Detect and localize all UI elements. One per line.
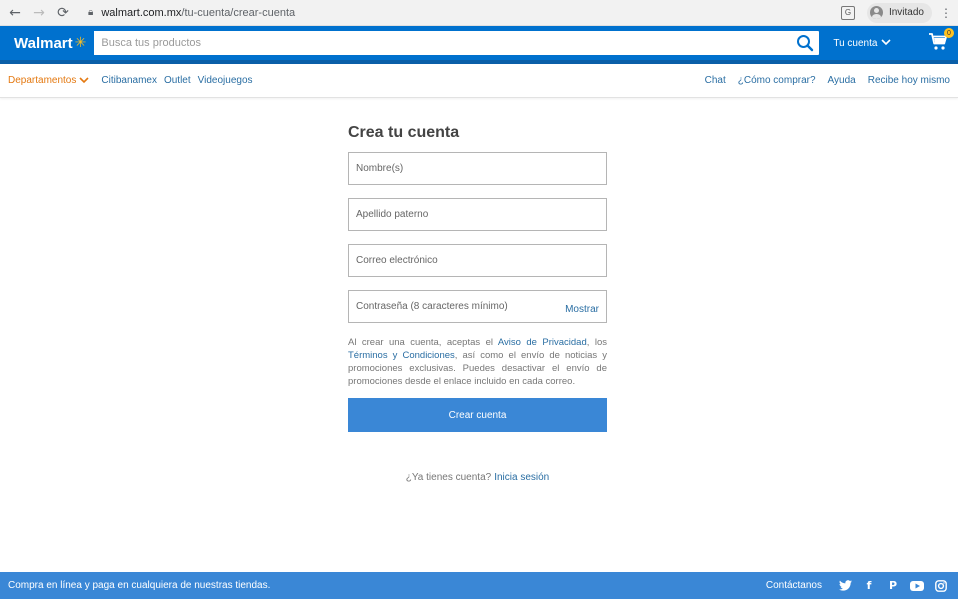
- browser-toolbar: ← → ⟳ 🔒︎ walmart.com.mx/tu-cuenta/crear-…: [0, 0, 958, 26]
- nav-link-como-comprar[interactable]: ¿Cómo comprar?: [732, 75, 816, 86]
- translate-icon[interactable]: G: [840, 5, 855, 20]
- legal-text: Al crear una cuenta, aceptas el Aviso de…: [348, 336, 607, 388]
- browser-menu-icon[interactable]: ⋮: [940, 6, 952, 20]
- account-label: Tu cuenta: [833, 37, 878, 49]
- email-field: [348, 244, 607, 277]
- create-account-button[interactable]: Crear cuenta: [348, 398, 607, 432]
- departments-label: Departamentos: [8, 75, 77, 86]
- url-host: walmart.com.mx: [101, 6, 182, 19]
- departments-menu[interactable]: Departamentos: [8, 75, 89, 86]
- reload-icon[interactable]: ⟳: [54, 4, 72, 22]
- nav-link-ayuda[interactable]: Ayuda: [822, 75, 856, 86]
- url-path: /tu-cuenta/crear-cuenta: [181, 6, 296, 19]
- back-icon[interactable]: ←: [6, 4, 24, 22]
- site-header: Walmart ✳ Tu cuenta 0: [0, 26, 958, 64]
- email-input[interactable]: [349, 245, 606, 276]
- social-links: f P: [830, 579, 950, 593]
- logo-text: Walmart: [14, 34, 73, 52]
- forward-icon[interactable]: →: [30, 4, 48, 22]
- password-field: Mostrar: [348, 290, 607, 323]
- privacy-link[interactable]: Aviso de Privacidad: [498, 337, 587, 348]
- legal-text-1: Al crear una cuenta, aceptas el: [348, 337, 498, 348]
- chevron-down-icon: [79, 77, 89, 84]
- first-name-input[interactable]: [349, 153, 606, 184]
- address-bar[interactable]: 🔒︎ walmart.com.mx/tu-cuenta/crear-cuenta: [78, 3, 841, 23]
- avatar-icon: [869, 6, 883, 19]
- pinterest-icon[interactable]: P: [884, 579, 902, 593]
- last-name-input[interactable]: [349, 199, 606, 230]
- nav-link-outlet[interactable]: Outlet: [164, 75, 191, 86]
- first-name-field: [348, 152, 607, 185]
- have-account-text: ¿Ya tienes cuenta?: [405, 472, 492, 483]
- page-title: Crea tu cuenta: [348, 124, 460, 141]
- twitter-icon[interactable]: [836, 579, 854, 593]
- search-icon[interactable]: [791, 31, 819, 55]
- instagram-icon[interactable]: [932, 579, 950, 593]
- search-bar: [94, 31, 820, 55]
- profile-label: Invitado: [888, 7, 924, 18]
- last-name-field: [348, 198, 607, 231]
- show-password-button[interactable]: Mostrar: [565, 304, 599, 315]
- profile-button[interactable]: Invitado: [866, 2, 932, 23]
- spark-icon: ✳: [74, 35, 87, 51]
- terms-link[interactable]: Términos y Condiciones: [348, 350, 455, 361]
- nav-link-chat[interactable]: Chat: [699, 75, 726, 86]
- legal-text-2: , los: [586, 337, 607, 348]
- nav-link-citibanamex[interactable]: Citibanamex: [101, 75, 157, 86]
- nav-link-recibe-hoy[interactable]: Recibe hoy mismo: [862, 75, 950, 86]
- facebook-icon[interactable]: f: [860, 579, 878, 593]
- walmart-logo[interactable]: Walmart ✳: [14, 35, 86, 52]
- cart-button[interactable]: 0: [928, 28, 954, 53]
- footer-tagline: Compra en línea y paga en cualquiera de …: [8, 580, 271, 591]
- nav-link-videojuegos[interactable]: Videojuegos: [198, 75, 253, 86]
- lock-icon: 🔒︎: [88, 7, 94, 18]
- contact-label: Contáctanos: [765, 580, 822, 591]
- login-link[interactable]: Inicia sesión: [494, 472, 549, 483]
- youtube-icon[interactable]: [908, 579, 926, 593]
- login-prompt: ¿Ya tienes cuenta? Inicia sesión: [348, 472, 607, 483]
- search-input[interactable]: [94, 31, 792, 55]
- site-footer: Compra en línea y paga en cualquiera de …: [0, 572, 958, 599]
- cart-count-badge: 0: [944, 28, 954, 38]
- signup-form: Crea tu cuenta Mostrar Al crear una cuen…: [348, 124, 607, 483]
- sub-navigation: Departamentos Citibanamex Outlet Videoju…: [0, 64, 958, 98]
- chevron-down-icon: [881, 38, 892, 49]
- help-links: Chat ¿Cómo comprar? Ayuda Recibe hoy mis…: [693, 75, 950, 86]
- account-menu[interactable]: Tu cuenta: [833, 37, 892, 49]
